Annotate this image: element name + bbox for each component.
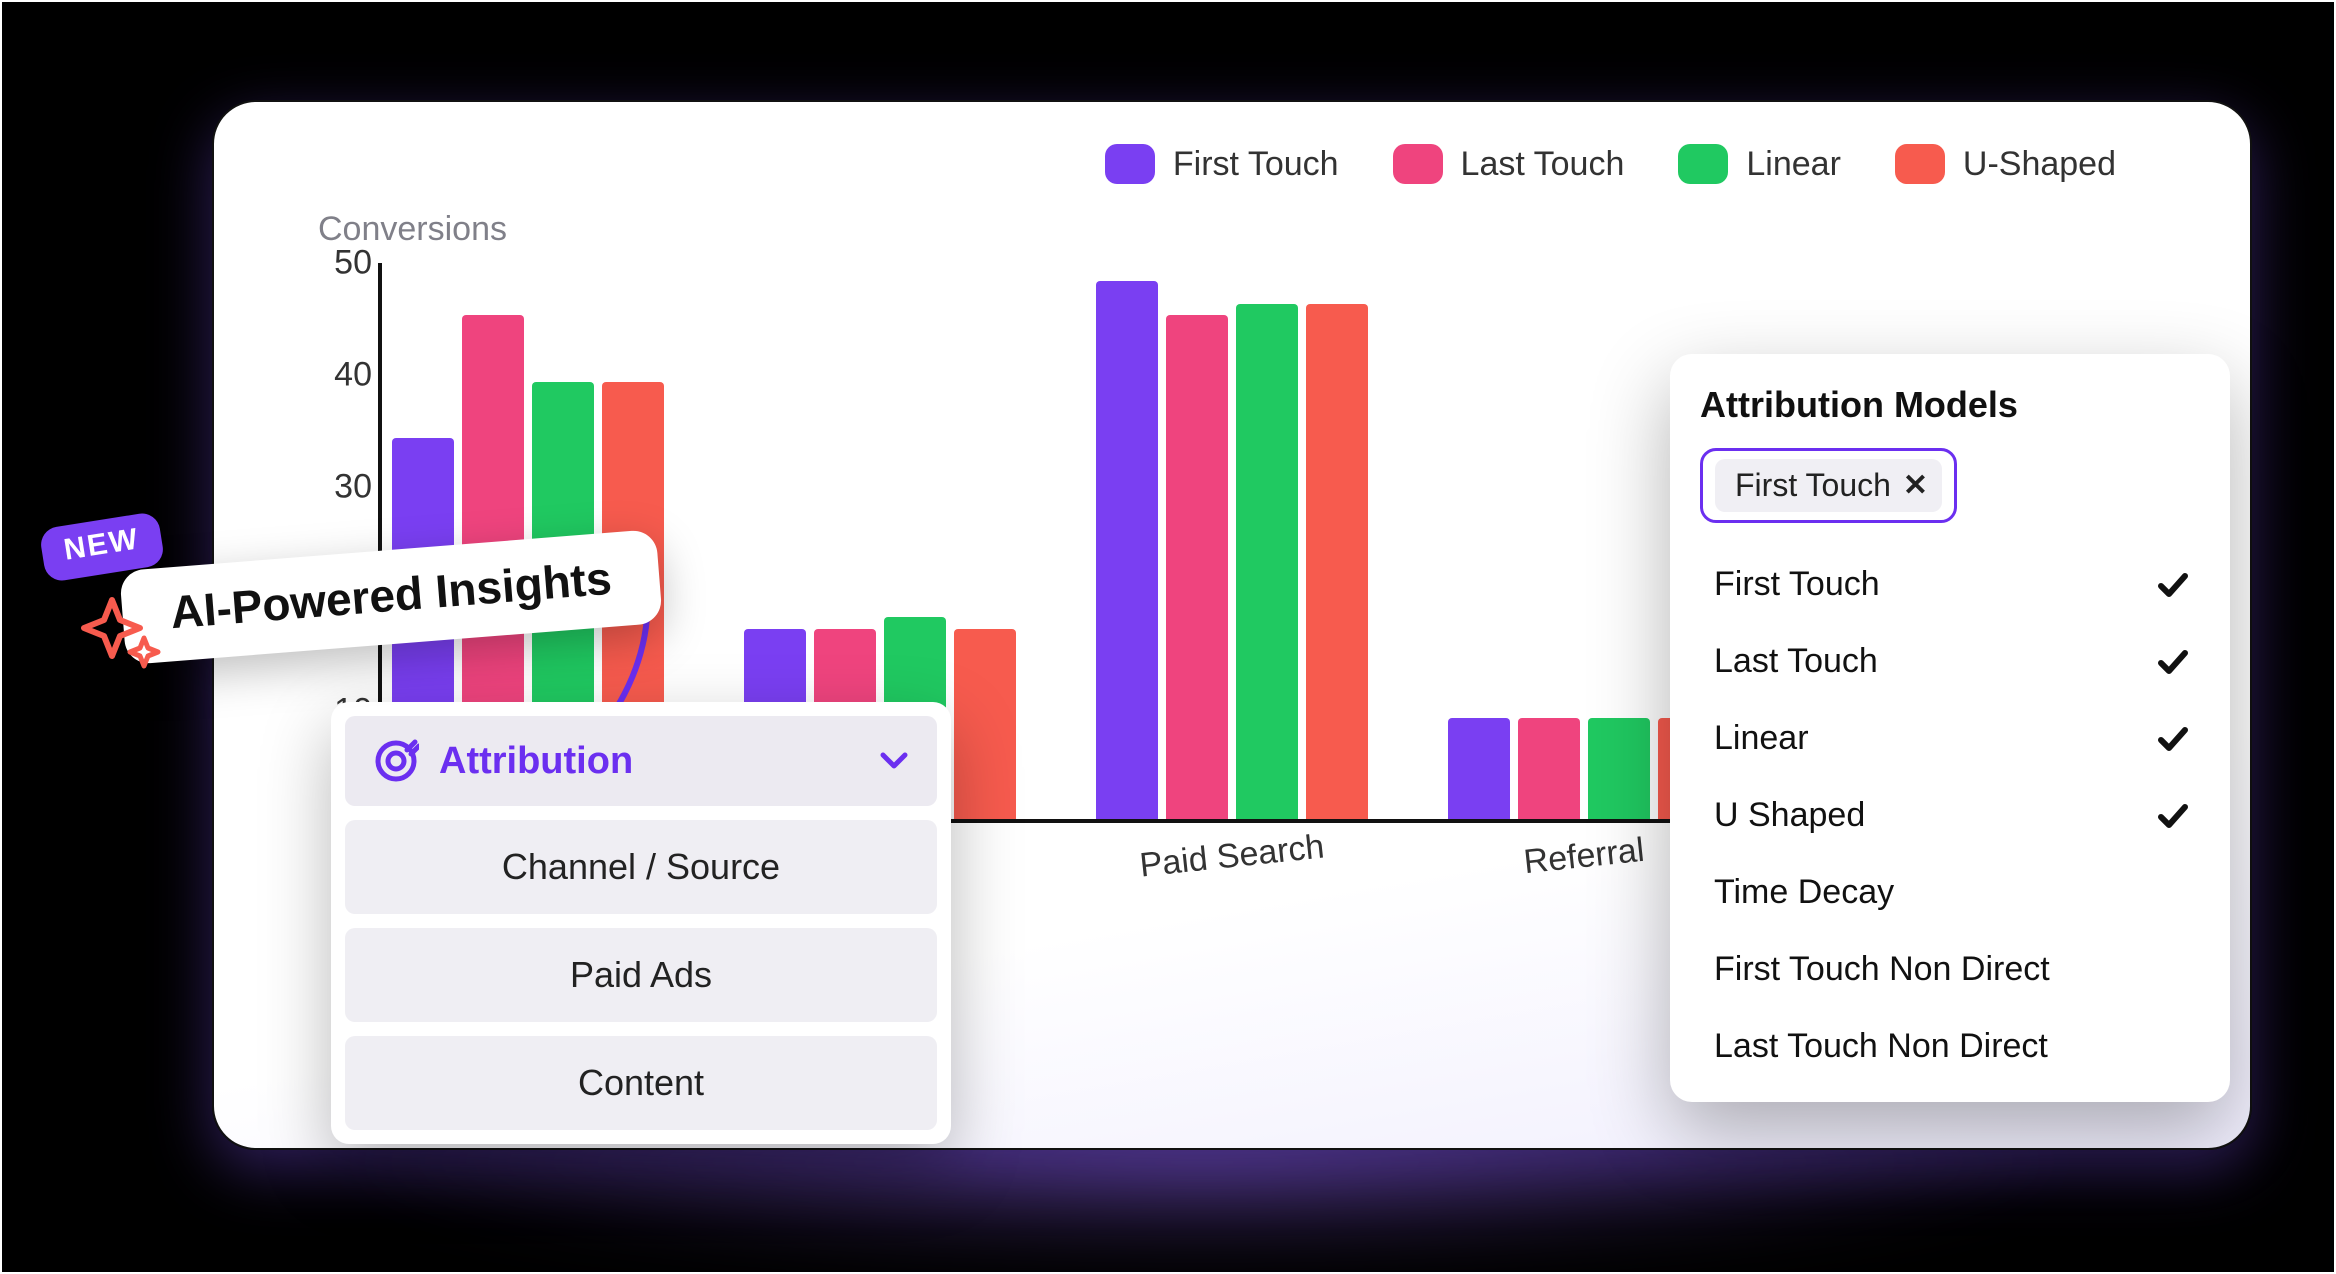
bar[interactable] [1306, 304, 1368, 819]
bar-group [1096, 263, 1368, 819]
bar[interactable] [1096, 281, 1158, 819]
legend-label: Linear [1746, 145, 1841, 184]
y-axis-title: Conversions [318, 210, 2206, 249]
legend-label: U-Shaped [1963, 145, 2116, 184]
chip-label: First Touch [1735, 467, 1891, 504]
legend-item[interactable]: Last Touch [1393, 144, 1625, 184]
stage: First Touch Last Touch Linear U-Shaped Conv… [0, 0, 2336, 1274]
attribution-header[interactable]: Attribution [345, 716, 937, 806]
target-icon [373, 738, 419, 784]
model-option-label: First Touch [1714, 565, 1880, 604]
y-tick: 40 [282, 356, 372, 395]
check-icon [2156, 799, 2190, 833]
models-chip-input[interactable]: First Touch ✕ [1700, 448, 1957, 523]
sparkle-icon [78, 594, 168, 684]
attribution-header-label: Attribution [439, 740, 633, 783]
model-list: First Touch Last Touch Linear U Shaped Time … [1700, 549, 2200, 1078]
legend-swatch [1895, 144, 1945, 184]
x-tick-label: Paid Search [1095, 823, 1370, 890]
model-chip[interactable]: First Touch ✕ [1715, 459, 1942, 512]
bar[interactable] [1166, 315, 1228, 819]
model-option[interactable]: Linear [1708, 707, 2196, 770]
close-icon[interactable]: ✕ [1903, 468, 1928, 503]
attribution-models-popover: Attribution Models First Touch ✕ First T… [1670, 354, 2230, 1102]
check-icon [2156, 568, 2190, 602]
attribution-panel: Attribution Channel / Source Paid Ads Co… [331, 702, 951, 1144]
model-option[interactable]: Last Touch [1708, 630, 2196, 693]
model-option[interactable]: First Touch Non Direct [1708, 938, 2196, 1001]
model-option[interactable]: Time Decay [1708, 861, 2196, 924]
check-icon [2156, 645, 2190, 679]
bar[interactable] [1588, 718, 1650, 819]
attribution-item[interactable]: Paid Ads [345, 928, 937, 1022]
attribution-item[interactable]: Channel / Source [345, 820, 937, 914]
attribution-item[interactable]: Content [345, 1036, 937, 1130]
bar[interactable] [1518, 718, 1580, 819]
legend-swatch [1105, 144, 1155, 184]
check-icon [2156, 722, 2190, 756]
legend-label: Last Touch [1461, 145, 1625, 184]
bar[interactable] [1448, 718, 1510, 819]
bar[interactable] [954, 629, 1016, 819]
y-tick: 30 [282, 468, 372, 507]
model-option-label: Linear [1714, 719, 1809, 758]
y-tick: 50 [282, 244, 372, 283]
model-option-label: Time Decay [1714, 873, 1894, 912]
model-option[interactable]: Last Touch Non Direct [1708, 1015, 2196, 1078]
legend-item[interactable]: First Touch [1105, 144, 1339, 184]
model-option-label: Last Touch Non Direct [1714, 1027, 2048, 1066]
legend-label: First Touch [1173, 145, 1339, 184]
chart-legend: First Touch Last Touch Linear U-Shaped [258, 130, 2206, 184]
legend-item[interactable]: U-Shaped [1895, 144, 2116, 184]
legend-item[interactable]: Linear [1678, 144, 1841, 184]
model-option-label: First Touch Non Direct [1714, 950, 2050, 989]
bar[interactable] [1236, 304, 1298, 819]
legend-swatch [1678, 144, 1728, 184]
chevron-down-icon [879, 746, 909, 776]
model-option[interactable]: U Shaped [1708, 784, 2196, 847]
model-option[interactable]: First Touch [1708, 553, 2196, 616]
model-option-label: U Shaped [1714, 796, 1865, 835]
legend-swatch [1393, 144, 1443, 184]
model-option-label: Last Touch [1714, 642, 1878, 681]
models-title: Attribution Models [1700, 384, 2200, 426]
